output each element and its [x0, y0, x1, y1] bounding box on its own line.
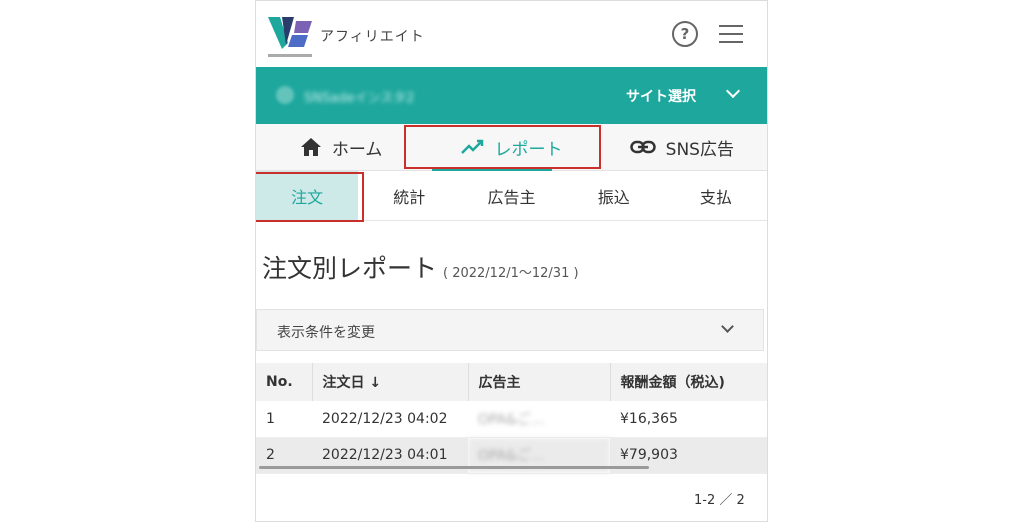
- cell-amount: ¥16,365: [610, 401, 767, 438]
- cell-advertiser: OPA&ご...: [468, 401, 610, 438]
- orders-table: No. 注文日 ↓ 広告主 報酬金額（税込) 1 2022/12/23 04:0…: [256, 363, 767, 474]
- tab-sns-ads-label: SNS広告: [665, 139, 734, 160]
- active-tab-indicator: [432, 169, 552, 171]
- cell-date: 2022/12/23 04:02: [312, 401, 468, 438]
- hamburger-menu-icon[interactable]: [719, 25, 743, 43]
- tab-sns-ads[interactable]: SNS広告: [597, 124, 767, 170]
- filter-label: 表示条件を変更: [277, 325, 375, 341]
- chevron-down-icon: [721, 320, 734, 333]
- highlight-box-report-tab: [404, 125, 601, 169]
- app-frame: アフィリエイト ? SNSadeインスタ2 サイト選択 ホーム レポート SNS…: [255, 0, 768, 522]
- pagination-info: 1-2 ／ 2: [694, 493, 745, 508]
- subtab-payments[interactable]: 支払: [665, 171, 767, 220]
- page-title: 注文別レポート ( 2022/12/1～12/31 ): [262, 249, 579, 285]
- link-icon: [629, 140, 656, 154]
- column-header-order-date[interactable]: 注文日 ↓: [312, 363, 469, 401]
- subtab-transfers[interactable]: 振込: [563, 171, 665, 220]
- app-name: アフィリエイト: [320, 29, 425, 45]
- top-header: アフィリエイト ?: [256, 1, 767, 67]
- logo-icon: [268, 17, 312, 57]
- site-name: SNSadeインスタ2: [304, 91, 415, 106]
- site-bar: SNSadeインスタ2 サイト選択: [256, 67, 767, 124]
- tab-home[interactable]: ホーム: [256, 124, 426, 170]
- report-title: 注文別レポート: [262, 254, 438, 283]
- site-avatar: [276, 86, 294, 104]
- filter-toggle[interactable]: 表示条件を変更: [256, 309, 764, 351]
- highlight-box-orders-tab: [256, 172, 364, 222]
- chevron-down-icon[interactable]: [725, 83, 741, 99]
- table-row[interactable]: 1 2022/12/23 04:02 OPA&ご... ¥16,365: [256, 401, 767, 438]
- subtab-statistics[interactable]: 統計: [358, 171, 460, 220]
- help-icon[interactable]: ?: [672, 21, 698, 47]
- subtab-advertisers[interactable]: 広告主: [460, 171, 562, 220]
- horizontal-scrollbar[interactable]: [259, 466, 649, 469]
- table-header-row: No. 注文日 ↓ 広告主 報酬金額（税込): [256, 363, 767, 401]
- report-period: ( 2022/12/1～12/31 ): [443, 266, 579, 281]
- home-icon: [300, 138, 321, 156]
- cell-no: 1: [256, 401, 312, 438]
- column-header-amount[interactable]: 報酬金額（税込): [610, 363, 767, 401]
- column-header-no[interactable]: No.: [256, 363, 313, 401]
- site-select-button[interactable]: サイト選択: [626, 86, 696, 106]
- column-header-advertiser[interactable]: 広告主: [468, 363, 611, 401]
- tab-home-label: ホーム: [331, 139, 383, 160]
